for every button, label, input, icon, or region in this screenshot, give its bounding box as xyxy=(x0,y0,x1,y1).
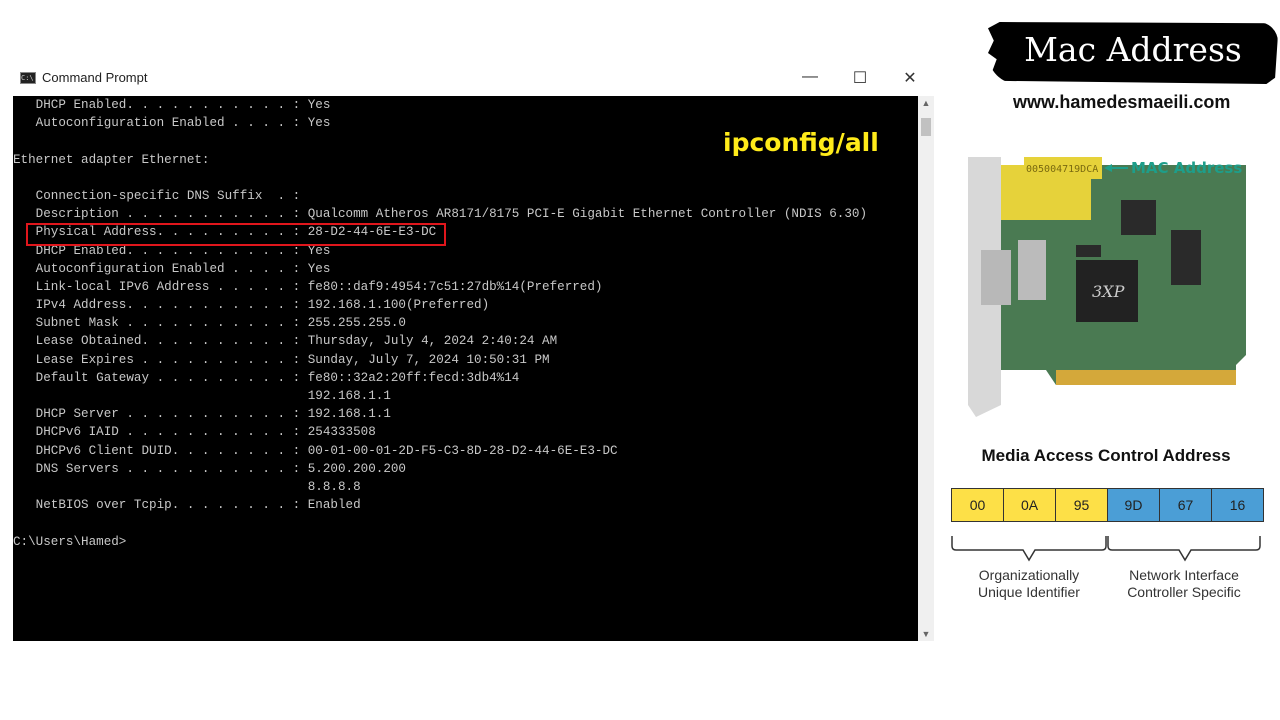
close-button[interactable]: ✕ xyxy=(895,68,925,88)
terminal-line: Autoconfiguration Enabled . . . . : Yes xyxy=(13,261,331,276)
banner-title: Mac Address xyxy=(1024,30,1242,69)
maximize-button[interactable]: ☐ xyxy=(845,68,875,88)
mac-octet: 00 xyxy=(952,489,1004,521)
physical-address-highlight xyxy=(26,223,446,246)
scroll-up-icon[interactable]: ▲ xyxy=(918,98,934,108)
terminal-line: Lease Obtained. . . . . . . . . . : Thur… xyxy=(13,334,558,349)
minimize-button[interactable]: — xyxy=(795,68,825,86)
window-title-bar: C:\ Command Prompt xyxy=(20,70,147,85)
nic-label-line-2: Controller Specific xyxy=(1127,584,1241,600)
terminal-line: C:\Users\Hamed> xyxy=(13,534,127,549)
terminal-line: Subnet Mask . . . . . . . . . . . : 255.… xyxy=(13,316,406,331)
terminal-line: Lease Expires . . . . . . . . . . : Sund… xyxy=(13,352,550,367)
mac-address-callout: MAC Address xyxy=(1131,159,1242,177)
scroll-down-icon[interactable]: ▼ xyxy=(918,629,934,639)
network-card-image: 005004719DCA MAC Address 3XP xyxy=(956,155,1252,419)
terminal-line: Default Gateway . . . . . . . . . : fe80… xyxy=(13,370,520,385)
diagram-title: Media Access Control Address xyxy=(981,446,1231,465)
nic-label-line-1: Network Interface xyxy=(1129,567,1239,583)
terminal-line: DHCPv6 IAID . . . . . . . . . . . : 2543… xyxy=(13,425,376,440)
mac-octet: 67 xyxy=(1160,489,1212,521)
terminal-line: DHCP Enabled. . . . . . . . . . . : Yes xyxy=(13,98,331,112)
terminal-line: NetBIOS over Tcpip. . . . . . . . : Enab… xyxy=(13,498,361,513)
terminal-line: IPv4 Address. . . . . . . . . . . : 192.… xyxy=(13,298,490,313)
window-title: Command Prompt xyxy=(42,70,148,85)
pci-connector xyxy=(1056,370,1236,385)
vertical-scrollbar[interactable]: ▲ ▼ xyxy=(918,96,934,641)
mac-octet: 0A xyxy=(1004,489,1056,521)
terminal-line: Description . . . . . . . . . . . : Qual… xyxy=(13,207,867,222)
cmd-icon: C:\ xyxy=(20,71,36,84)
mac-octets: 00 0A 95 9D 67 16 xyxy=(951,488,1264,522)
nic-specific-label: Network Interface Controller Specific xyxy=(1106,567,1262,601)
scroll-thumb[interactable] xyxy=(921,118,931,136)
terminal-line: 8.8.8.8 xyxy=(13,479,361,494)
terminal-line: DHCPv6 Client DUID. . . . . . . . : 00-0… xyxy=(13,443,618,458)
oui-label-line-2: Unique Identifier xyxy=(978,584,1080,600)
oui-label-line-1: Organizationally xyxy=(978,567,1080,583)
command-label: ipconfig/all xyxy=(723,128,879,157)
mac-octet: 16 xyxy=(1212,489,1263,521)
website-url: www.hamedesmaeili.com xyxy=(1013,92,1231,112)
terminal-output[interactable]: DHCP Enabled. . . . . . . . . . . : Yes … xyxy=(13,96,918,641)
oui-label: Organizationally Unique Identifier xyxy=(951,567,1107,601)
terminal-line: Link-local IPv6 Address . . . . . : fe80… xyxy=(13,279,603,294)
grouping-braces xyxy=(951,536,1261,562)
rj45-port xyxy=(981,250,1011,305)
mac-octet: 9D xyxy=(1108,489,1160,521)
sticker-text: 005004719DCA xyxy=(1026,164,1098,175)
terminal-lines: DHCP Enabled. . . . . . . . . . . : Yes … xyxy=(13,96,867,551)
svg-text:3XP: 3XP xyxy=(1092,282,1125,301)
terminal-line: 192.168.1.1 xyxy=(13,389,391,403)
terminal-line: DNS Servers . . . . . . . . . . . : 5.20… xyxy=(13,461,406,476)
terminal-line: Connection-specific DNS Suffix . : xyxy=(13,188,301,203)
mac-octet: 95 xyxy=(1056,489,1108,521)
terminal-line: DHCP Server . . . . . . . . . . . : 192.… xyxy=(13,407,391,422)
